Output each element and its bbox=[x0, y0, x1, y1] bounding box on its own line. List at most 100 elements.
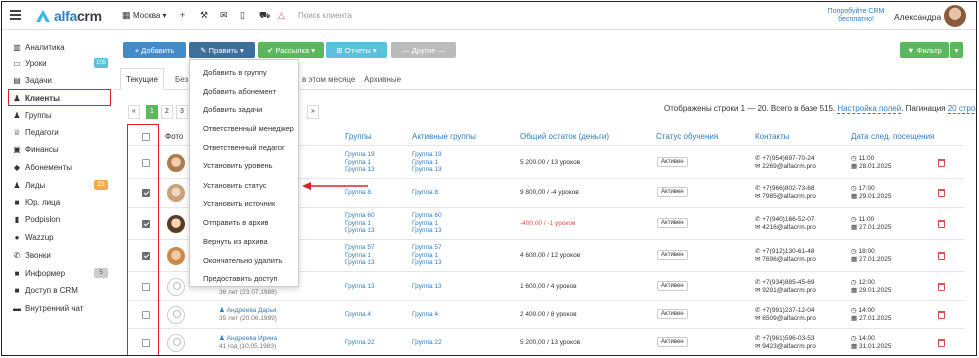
menu-item-add-subscription[interactable]: Добавить абонемент bbox=[203, 87, 276, 96]
tab-current[interactable]: Текущие bbox=[126, 75, 158, 84]
row-groups[interactable]: Группа 57 Группа 1 Группа 13 bbox=[345, 244, 375, 267]
row-active-groups[interactable]: Группа 8 bbox=[412, 189, 438, 197]
sidebar-item-podpislon[interactable]: ▮ Podpislon bbox=[12, 212, 110, 226]
row-groups[interactable]: Группа 19 Группа 1 Группа 13 bbox=[345, 151, 375, 174]
tab-archive[interactable]: Архивные bbox=[364, 75, 401, 84]
mailing-button[interactable]: ✔ Рассылка ▾ bbox=[258, 42, 324, 58]
client-name-link[interactable]: ♟ Андреева Ирина bbox=[219, 335, 277, 343]
plus-icon[interactable]: + bbox=[180, 10, 185, 20]
filter-button[interactable]: ▼ Фильтр bbox=[900, 42, 949, 58]
tab-without[interactable]: Без bbox=[175, 75, 188, 84]
col-next-visit[interactable]: Дата след. посещения bbox=[851, 132, 934, 141]
row-active-groups[interactable]: Группа 57 Группа 1 Группа 13 bbox=[412, 244, 442, 267]
client-photo[interactable] bbox=[167, 215, 185, 233]
user-name[interactable]: Александра bbox=[894, 12, 941, 22]
col-active-groups[interactable]: Активные группы bbox=[412, 132, 476, 141]
sidebar-item-wazzup[interactable]: ● Wazzup bbox=[12, 230, 110, 244]
sidebar-item-finance[interactable]: ▣ Финансы bbox=[12, 142, 110, 156]
col-contacts[interactable]: Контакты bbox=[755, 132, 790, 141]
sidebar-item-legal[interactable]: ■ Юр. лица bbox=[12, 195, 110, 209]
menu-item-restore[interactable]: Вернуть из архива bbox=[203, 237, 268, 246]
menu-item-set-level[interactable]: Установить уровень bbox=[203, 161, 273, 170]
sidebar-item-label: Доступ в CRM bbox=[25, 285, 78, 295]
sidebar-item-chat[interactable]: ▬ Внутренний чат bbox=[12, 301, 110, 315]
sidebar-item-lessons[interactable]: ▭ Уроки 105 bbox=[12, 56, 110, 70]
page-next[interactable]: » bbox=[307, 105, 319, 119]
tab-this-month[interactable]: в этом месяце bbox=[302, 75, 355, 84]
row-groups[interactable]: Группа 13 bbox=[345, 283, 375, 291]
trash-icon[interactable] bbox=[938, 252, 945, 260]
trash-icon[interactable] bbox=[938, 311, 945, 319]
search-input[interactable]: Поиск клиента bbox=[298, 11, 352, 20]
row-active-groups[interactable]: Группа 19 Группа 1 Группа 13 bbox=[412, 151, 442, 174]
tag-icon: ◆ bbox=[13, 162, 21, 172]
promo-link[interactable]: Попробуйте CRM бесплатно! bbox=[826, 8, 886, 24]
row-active-groups[interactable]: Группа 60 Группа 1 Группа 13 bbox=[412, 212, 442, 235]
client-photo[interactable] bbox=[167, 154, 185, 172]
menu-item-add-tasks[interactable]: Добавить задачи bbox=[203, 105, 262, 114]
col-groups[interactable]: Группы bbox=[345, 132, 372, 141]
cart-icon[interactable]: ⛟ bbox=[259, 10, 270, 22]
sidebar-item-analytics[interactable]: ▥ Аналитика bbox=[12, 40, 110, 54]
logo[interactable]: alfacrm bbox=[35, 8, 102, 24]
pagination-size-link[interactable]: 20 строк bbox=[947, 104, 976, 114]
col-balance[interactable]: Общий остаток (деньги) bbox=[520, 132, 609, 141]
other-button[interactable]: — Другое — bbox=[391, 42, 456, 58]
page-2[interactable]: 2 bbox=[161, 105, 173, 119]
row-groups[interactable]: Группа 8 bbox=[345, 189, 371, 197]
menu-item-set-status[interactable]: Установить статус bbox=[203, 181, 267, 190]
sidebar-item-informer[interactable]: ■ Информер 5 bbox=[12, 266, 110, 280]
filter-dropdown-button[interactable]: ▾ bbox=[950, 42, 963, 58]
client-name-link[interactable]: ♟ Андреева Дарья bbox=[219, 307, 277, 315]
edit-button[interactable]: ✎ Править ▾ bbox=[189, 42, 255, 58]
sidebar-item-tasks[interactable]: ▤ Задачи bbox=[12, 73, 110, 87]
reports-button[interactable]: ⊞ Отчеты ▾ bbox=[326, 42, 387, 58]
sidebar-item-label: Звонки bbox=[25, 250, 51, 260]
row-groups[interactable]: Группа 60 Группа 1 Группа 13 bbox=[345, 212, 375, 235]
trash-icon[interactable] bbox=[938, 159, 945, 167]
user-avatar[interactable] bbox=[944, 5, 966, 27]
sidebar-item-groups[interactable]: ♟ Группы bbox=[12, 108, 110, 122]
field-settings-link[interactable]: Настройка полей bbox=[837, 104, 902, 114]
page-prev[interactable]: « bbox=[128, 105, 140, 119]
client-photo-placeholder[interactable] bbox=[167, 278, 185, 296]
row-active-groups[interactable]: Группа 13 bbox=[412, 283, 442, 291]
mail-icon[interactable]: ✉ bbox=[220, 10, 228, 21]
sidebar-item-subscriptions[interactable]: ◆ Абонементы bbox=[12, 160, 110, 174]
sidebar-item-calls[interactable]: ✆ Звонки bbox=[12, 248, 110, 262]
mobile-icon[interactable]: ▯ bbox=[240, 10, 245, 21]
menu-item-grant-access[interactable]: Предоставить доступ bbox=[203, 274, 278, 283]
menu-icon[interactable] bbox=[10, 10, 21, 20]
trash-icon[interactable] bbox=[938, 283, 945, 291]
sidebar-item-leads[interactable]: ♟ Лиды 23 bbox=[12, 178, 110, 192]
page-3[interactable]: 3 bbox=[176, 105, 188, 119]
client-photo[interactable] bbox=[167, 184, 185, 202]
page-1[interactable]: 1 bbox=[146, 105, 158, 119]
sidebar-item-teachers[interactable]: ♕ Педагоги bbox=[12, 125, 110, 139]
menu-item-delete-permanently[interactable]: Окончательно удалить bbox=[203, 256, 282, 265]
trash-icon[interactable] bbox=[938, 189, 945, 197]
client-photo-placeholder[interactable] bbox=[167, 334, 185, 352]
add-button[interactable]: + Добавить bbox=[123, 42, 186, 58]
client-photo[interactable] bbox=[167, 247, 185, 265]
wrench-icon[interactable]: ⚒ bbox=[200, 10, 208, 21]
sidebar-item-label: Wazzup bbox=[25, 232, 54, 242]
menu-item-archive[interactable]: Отправить в архив bbox=[203, 218, 269, 227]
row-balance: 5 200,00 / 13 уроков bbox=[520, 339, 581, 346]
col-status[interactable]: Статус обучения bbox=[656, 132, 718, 141]
status-badge: Активен bbox=[657, 187, 688, 197]
trash-icon[interactable] bbox=[938, 339, 945, 347]
menu-item-set-source[interactable]: Установить источник bbox=[203, 199, 275, 208]
row-groups[interactable]: Группа 4 bbox=[345, 311, 371, 319]
sidebar-item-crm-access[interactable]: ■ Доступ в CRM bbox=[12, 283, 110, 297]
menu-item-add-to-group[interactable]: Добавить в группу bbox=[203, 68, 267, 77]
alert-icon[interactable]: △ bbox=[278, 10, 285, 21]
menu-item-responsible-manager[interactable]: Ответственный менеджер bbox=[203, 124, 294, 133]
row-active-groups[interactable]: Группа 4 bbox=[412, 311, 438, 319]
client-photo-placeholder[interactable] bbox=[167, 306, 185, 324]
row-groups[interactable]: Группа 22 bbox=[345, 339, 375, 347]
trash-icon[interactable] bbox=[938, 220, 945, 228]
menu-item-responsible-teacher[interactable]: Ответственный педагог bbox=[203, 143, 285, 152]
branch-selector[interactable]: Москва ▾ bbox=[133, 11, 167, 20]
row-active-groups[interactable]: Группа 22 bbox=[412, 339, 442, 347]
